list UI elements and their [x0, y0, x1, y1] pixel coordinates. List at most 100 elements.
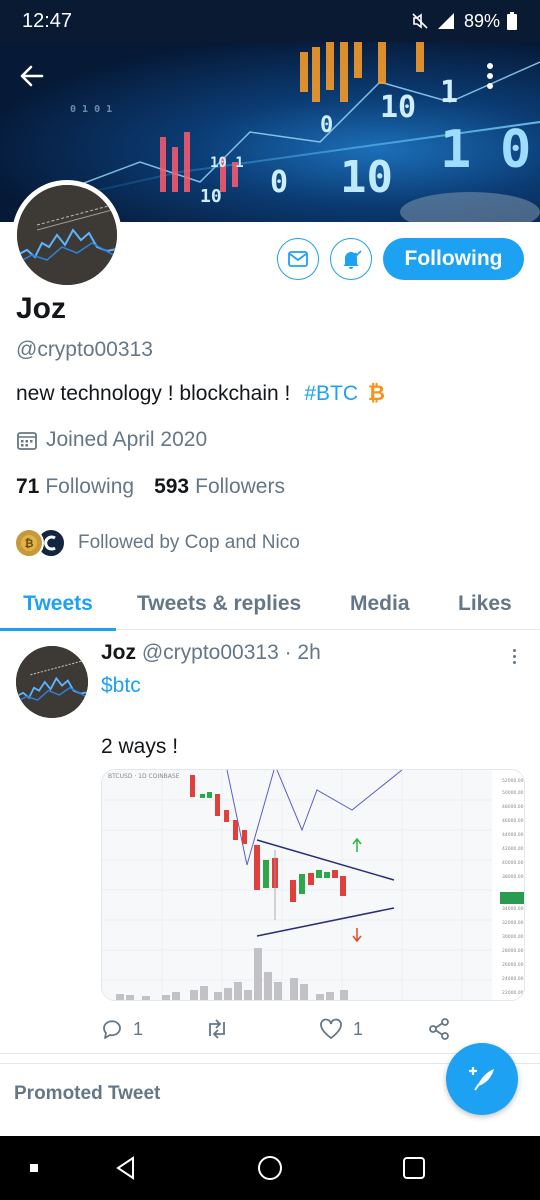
reply-icon: [103, 1020, 121, 1039]
tweet-handle-time: @crypto00313 · 2h: [141, 641, 321, 664]
back-button[interactable]: [18, 62, 58, 102]
compose-icon: [469, 1067, 494, 1091]
status-time: 12:47: [22, 9, 73, 32]
svg-text:24000.00: 24000.00: [502, 976, 524, 982]
svg-text:46000.00: 46000.00: [502, 818, 524, 824]
more-vertical-icon: [512, 648, 516, 652]
battery-level: 89%: [463, 10, 500, 31]
mail-icon: [288, 251, 308, 267]
following-count-link[interactable]: 71 Following: [16, 475, 134, 499]
joined-text: Joined April 2020: [46, 428, 208, 451]
message-button[interactable]: [277, 238, 319, 280]
nav-menu-dot[interactable]: [18, 1152, 50, 1184]
profile-tabs: Tweets Tweets & replies Media Likes: [0, 578, 540, 631]
back-arrow-icon: [20, 65, 44, 87]
retweet-button[interactable]: [205, 1014, 229, 1044]
svg-text:10: 10: [380, 90, 416, 125]
following-label: Following: [45, 475, 135, 498]
svg-text:42000.00: 42000.00: [502, 846, 524, 852]
promoted-tweet-label: Promoted Tweet: [14, 1083, 161, 1104]
system-navigation-bar: [0, 1136, 540, 1200]
svg-text:0: 0: [270, 165, 288, 200]
more-vertical-icon: [487, 63, 493, 89]
svg-text:0 1 0 1: 0 1 0 1: [70, 104, 112, 115]
bell-icon: [343, 250, 362, 269]
bio-text: new technology ! blockchain !: [16, 382, 291, 405]
nav-back-button[interactable]: [110, 1152, 142, 1184]
svg-text:0: 0: [500, 120, 531, 180]
avatar-image: [17, 185, 117, 285]
profile-name: Joz: [16, 292, 67, 325]
svg-text:22000.00: 22000.00: [502, 990, 524, 996]
tweet-text: 2 ways !: [101, 735, 179, 758]
bitcoin-icon: ₿: [367, 382, 385, 405]
follow-counts: 71 Following 593 Followers: [16, 475, 285, 499]
compose-tweet-button[interactable]: [446, 1043, 518, 1115]
reply-button[interactable]: 1: [101, 1014, 143, 1044]
following-count: 71: [16, 475, 40, 498]
following-button[interactable]: Following: [383, 238, 524, 280]
status-bar: 12:47 89%: [0, 0, 540, 42]
followed-by-row[interactable]: ₿ Followed by Cop and Nico: [14, 527, 300, 559]
followers-count: 593: [154, 475, 190, 498]
btc-chart-image: BTCUSD · 1D COINBASE 52000.0050000.00 48…: [102, 770, 524, 1000]
like-count: 1: [353, 1018, 364, 1039]
svg-text:₿: ₿: [25, 537, 34, 550]
svg-text:10: 10: [340, 152, 393, 203]
svg-text:28000.00: 28000.00: [502, 948, 524, 954]
svg-text:30000.00: 30000.00: [502, 934, 524, 940]
nav-recents-icon: [403, 1157, 425, 1179]
signal-icon: [436, 11, 458, 31]
profile-handle: @crypto00313: [16, 338, 153, 361]
tweet-avatar[interactable]: [16, 646, 88, 718]
tab-tweets-replies[interactable]: Tweets & replies: [137, 578, 301, 630]
svg-text:1: 1: [440, 120, 471, 180]
battery-icon: [506, 11, 518, 31]
tab-likes[interactable]: Likes: [458, 578, 512, 630]
svg-text:1: 1: [440, 75, 458, 110]
profile-bio: new technology ! blockchain ! #BTC ₿: [16, 382, 385, 406]
bio-hashtag-link[interactable]: #BTC: [304, 382, 358, 405]
tweet-cashtag-link[interactable]: $btc: [101, 674, 141, 698]
chart-caption: BTCUSD · 1D COINBASE: [108, 773, 180, 780]
svg-text:48000.00: 48000.00: [502, 804, 524, 810]
svg-text:26000.00: 26000.00: [502, 962, 524, 968]
joined-date: Joined April 2020: [16, 428, 207, 452]
reply-count: 1: [133, 1018, 144, 1039]
more-options-button[interactable]: [486, 62, 526, 102]
tab-media[interactable]: Media: [350, 578, 410, 630]
nav-back-icon: [116, 1156, 134, 1180]
nav-recents-button[interactable]: [398, 1152, 430, 1184]
nav-home-icon: [258, 1156, 282, 1180]
svg-text:32000.00: 32000.00: [502, 920, 524, 926]
notifications-button[interactable]: [330, 238, 372, 280]
share-icon: [429, 1018, 449, 1040]
svg-text:0: 0: [320, 113, 333, 138]
mute-icon: [410, 11, 430, 31]
retweet-icon: [209, 1019, 225, 1039]
svg-text:10: 10: [200, 186, 222, 207]
svg-text:10 1: 10 1: [210, 155, 244, 171]
svg-text:44000.00: 44000.00: [502, 832, 524, 838]
share-button[interactable]: [427, 1014, 451, 1044]
tweet-header: Joz @crypto00313 · 2h: [101, 641, 321, 665]
tweet-author-name[interactable]: Joz: [101, 641, 136, 664]
nav-home-button[interactable]: [254, 1152, 286, 1184]
tab-tweets[interactable]: Tweets: [0, 578, 116, 631]
svg-text:34000.00: 34000.00: [502, 906, 524, 912]
tweet-actions: 1 1: [101, 1014, 461, 1044]
svg-text:40000.00: 40000.00: [502, 860, 524, 866]
svg-text:52000.00: 52000.00: [502, 778, 524, 784]
svg-text:50000.00: 50000.00: [502, 790, 524, 796]
calendar-icon: [17, 432, 37, 450]
follower-avatar-cop: ₿: [14, 528, 44, 558]
followed-by-text: Followed by Cop and Nico: [78, 532, 300, 553]
followers-label: Followers: [195, 475, 285, 498]
tweet-media-image[interactable]: BTCUSD · 1D COINBASE 52000.00 50000.00 4…: [101, 769, 525, 1001]
svg-text:38000.00: 38000.00: [502, 874, 524, 880]
followers-count-link[interactable]: 593 Followers: [154, 475, 285, 499]
status-indicators: 89%: [410, 11, 518, 32]
profile-avatar[interactable]: [12, 180, 122, 290]
like-button[interactable]: 1: [319, 1014, 363, 1044]
tweet-menu-button[interactable]: [504, 644, 524, 668]
